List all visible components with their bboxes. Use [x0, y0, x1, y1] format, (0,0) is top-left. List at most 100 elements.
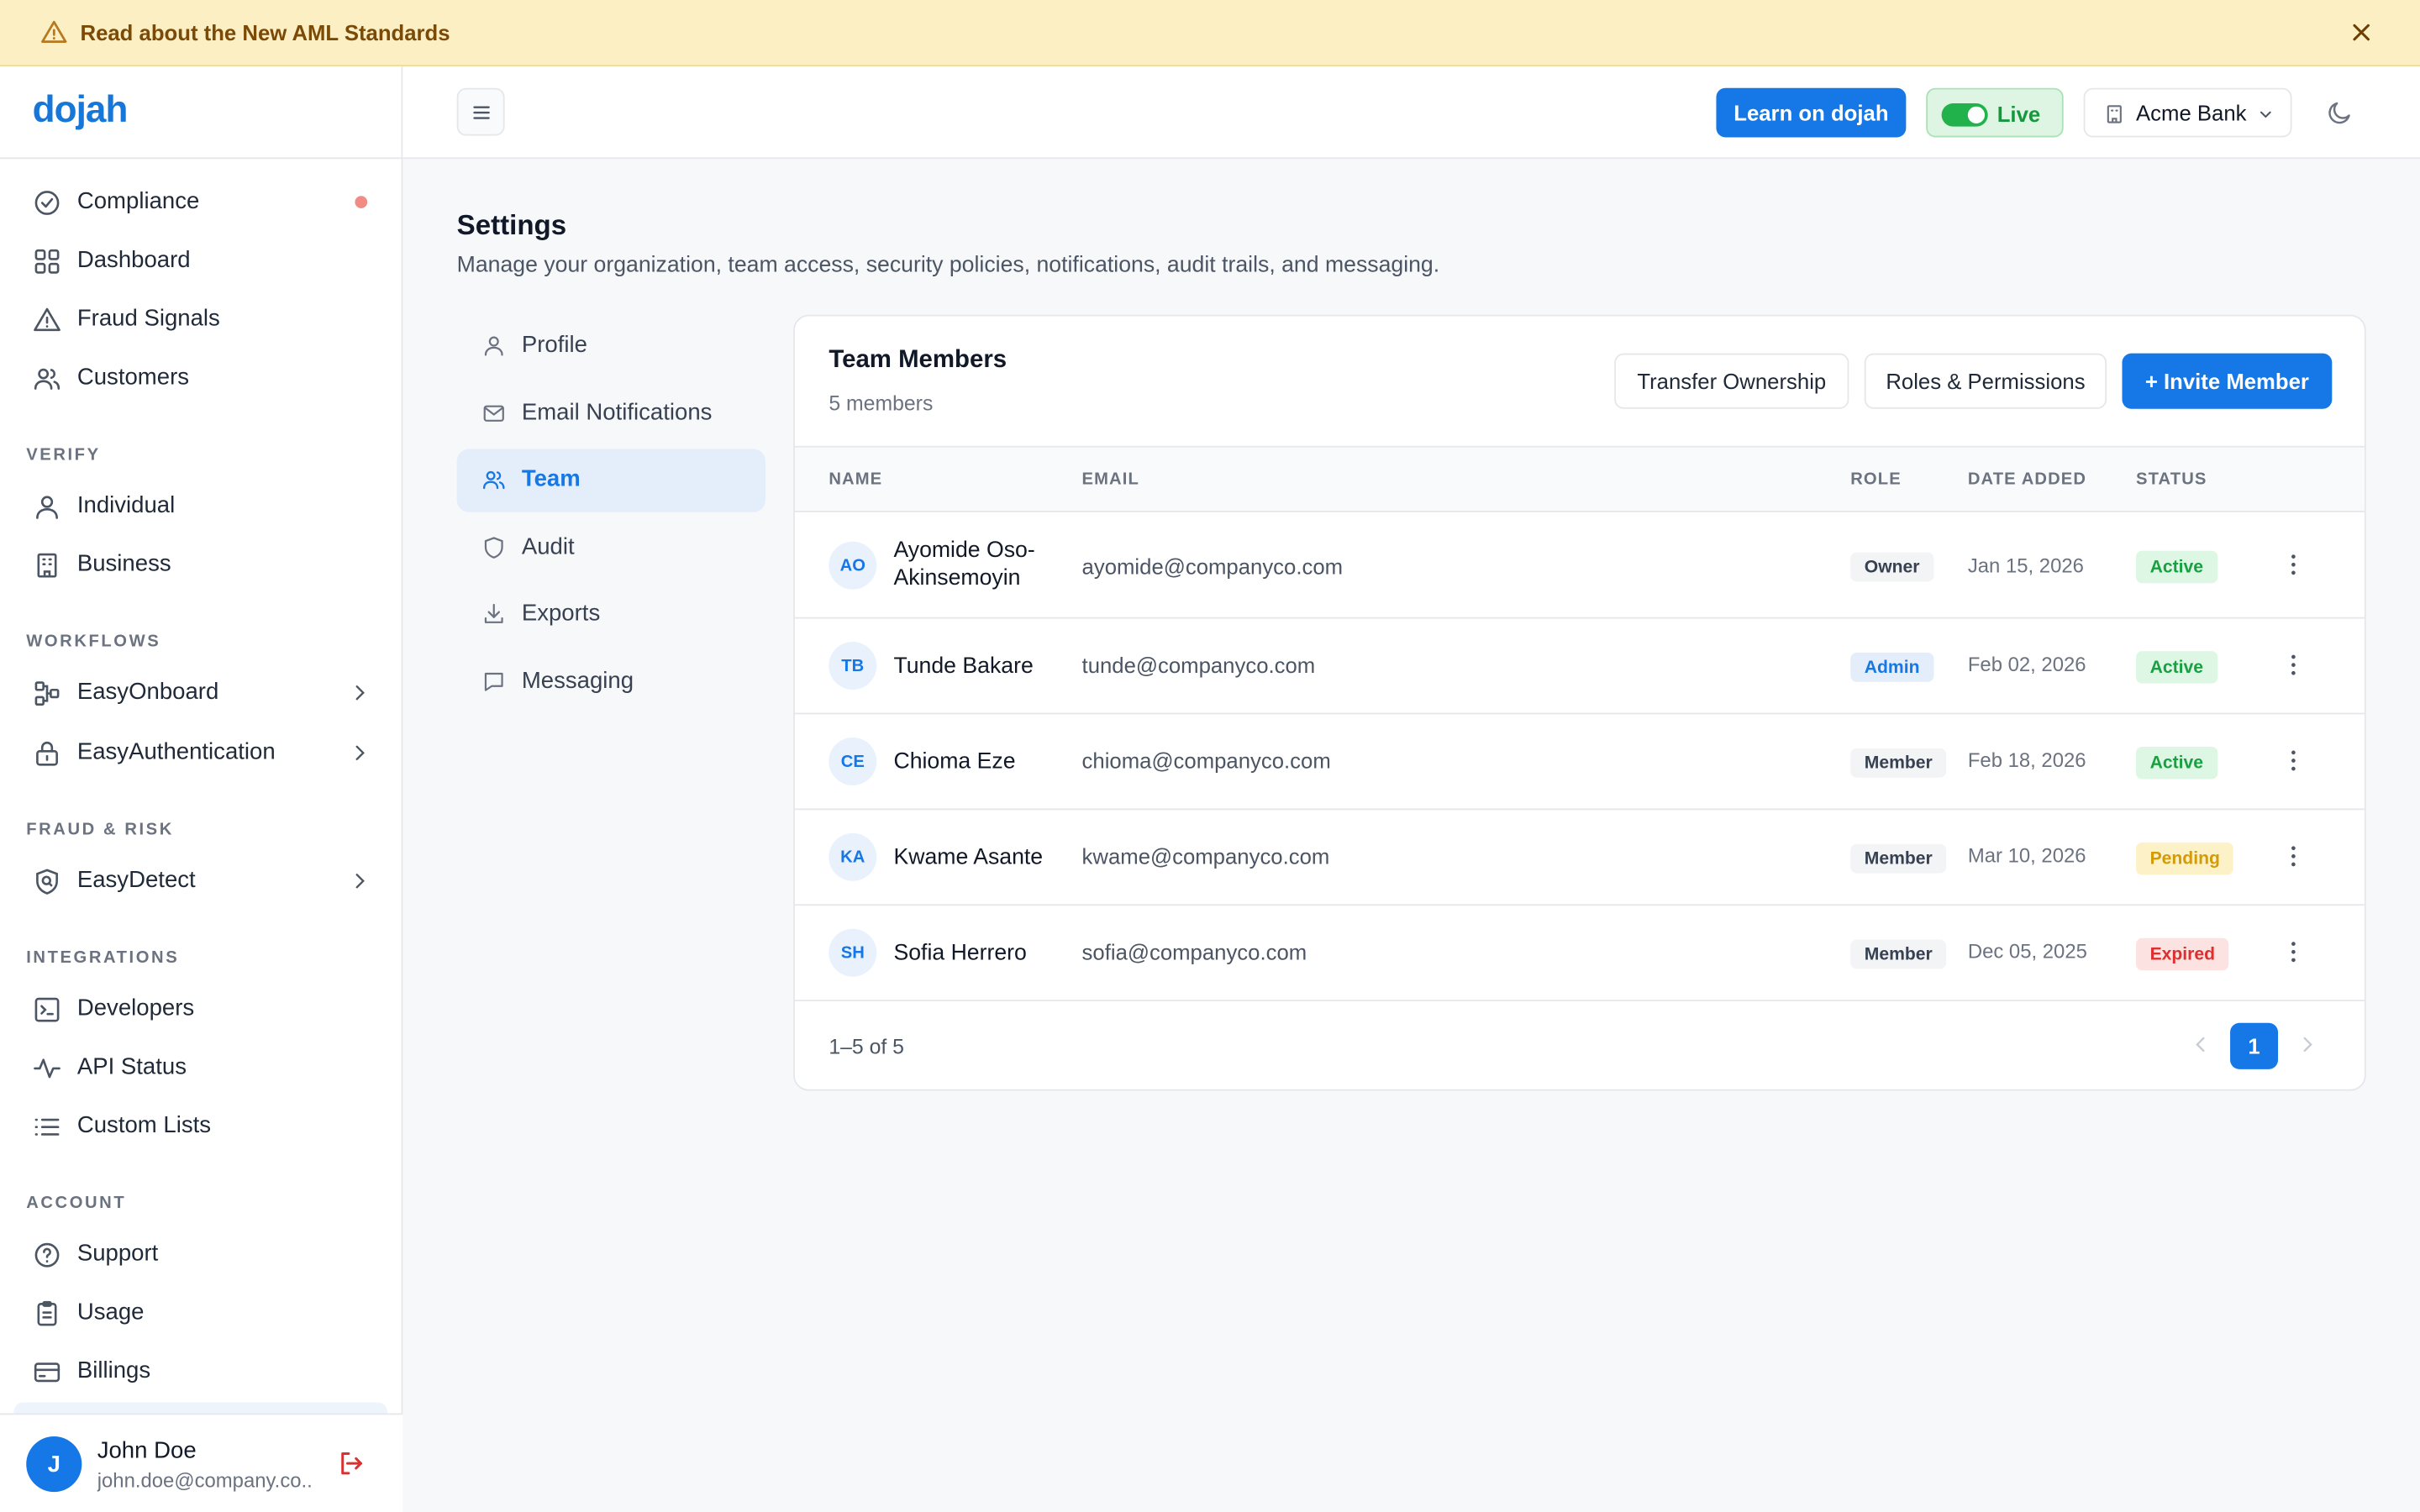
pulse-icon	[33, 1053, 62, 1083]
sidebar-item-developers[interactable]: Developers	[15, 981, 387, 1037]
more-options-icon[interactable]	[2280, 651, 2307, 679]
settings-nav-label: Messaging	[521, 668, 634, 695]
download-icon	[481, 601, 506, 626]
sidebar-item-easyonboard[interactable]: EasyOnboard	[15, 665, 387, 721]
status-badge: Active	[2136, 651, 2217, 684]
sidebar-item-customers[interactable]: Customers	[15, 350, 387, 406]
role-badge: Member	[1850, 748, 1947, 778]
table-row[interactable]: TB Tunde Bakare tunde@companyco.com Admi…	[794, 619, 2365, 715]
date-added: Dec 05, 2025	[1967, 939, 2087, 963]
banner-link[interactable]: Read about the New AML Standards	[81, 20, 450, 45]
sidebar-item-dashboard[interactable]: Dashboard	[15, 233, 387, 288]
member-email: tunde@companyco.com	[1081, 652, 1316, 678]
status-badge: Pending	[2136, 842, 2234, 875]
section-heading-integrations: INTEGRATIONS	[26, 948, 180, 968]
user-icon	[481, 333, 506, 358]
building-icon	[33, 551, 62, 580]
sidebar-item-fraud-signals[interactable]: Fraud Signals	[15, 291, 387, 347]
page-button-current[interactable]: 1	[2230, 1022, 2279, 1069]
more-options-icon[interactable]	[2280, 747, 2307, 774]
brand-logo[interactable]: dojah	[33, 90, 129, 133]
sidebar-item-label: API Status	[76, 1053, 187, 1080]
table-header: NAME EMAIL ROLE DATE ADDED STATUS	[794, 445, 2365, 512]
sidebar-item-label: Dashboard	[76, 246, 191, 274]
chevron-down-icon	[2258, 107, 2273, 122]
chevron-right-icon	[349, 682, 371, 704]
warning-icon	[33, 306, 62, 335]
sidebar-item-label: EasyDetect	[76, 867, 196, 894]
sidebar-item-support[interactable]: Support	[15, 1226, 387, 1282]
announcement-banner: Read about the New AML Standards	[0, 0, 2420, 66]
more-options-icon[interactable]	[2280, 551, 2307, 579]
sidebar-item-easyauthentication[interactable]: EasyAuthentication	[15, 725, 387, 780]
previous-page-button[interactable]	[2179, 1023, 2222, 1066]
logout-icon[interactable]	[336, 1449, 366, 1478]
sidebar-item-compliance[interactable]: Compliance	[15, 175, 387, 230]
column-header-email: EMAIL	[1081, 470, 1139, 490]
date-added: Feb 18, 2026	[1967, 748, 2086, 772]
table-row[interactable]: AO Ayomide Oso-Akinsemoyin ayomide@compa…	[794, 512, 2365, 619]
table-row[interactable]: SH Sofia Herrero sofia@companyco.com Mem…	[794, 906, 2365, 1002]
learn-on-dojah-button[interactable]: Learn on dojah	[1716, 87, 1907, 138]
column-header-role: ROLE	[1850, 470, 1902, 490]
table-row[interactable]: CE Chioma Eze chioma@companyco.com Membe…	[794, 714, 2365, 811]
sidebar-item-api-status[interactable]: API Status	[15, 1040, 387, 1095]
sidebar-scroll-hint	[13, 1402, 388, 1414]
sidebar-item-label: Billings	[76, 1357, 151, 1384]
more-options-icon[interactable]	[2280, 843, 2307, 870]
sidebar-item-easydetect[interactable]: EasyDetect	[15, 853, 387, 909]
member-email: sofia@companyco.com	[1081, 939, 1307, 964]
invite-member-button[interactable]: + Invite Member	[2122, 353, 2333, 409]
list-icon	[33, 1112, 62, 1142]
organization-switcher[interactable]: Acme Bank	[2083, 87, 2292, 138]
close-icon[interactable]	[2348, 18, 2375, 46]
more-options-icon[interactable]	[2280, 938, 2307, 966]
chat-icon	[481, 669, 506, 694]
member-email: kwame@companyco.com	[1081, 843, 1330, 869]
live-mode-toggle[interactable]: Live	[1926, 87, 2064, 138]
sidebar-item-business[interactable]: Business	[15, 537, 387, 592]
table-row[interactable]: KA Kwame Asante kwame@companyco.com Memb…	[794, 810, 2365, 906]
sidebar-item-label: Usage	[76, 1299, 145, 1326]
role-badge: Owner	[1850, 552, 1934, 582]
date-added: Jan 15, 2026	[1967, 554, 2084, 577]
sidebar-item-custom-lists[interactable]: Custom Lists	[15, 1099, 387, 1154]
settings-nav-label: Team	[521, 465, 581, 492]
member-initials: KA	[829, 832, 877, 881]
settings-nav-audit[interactable]: Audit	[457, 517, 765, 580]
top-bar: Learn on dojah Live Acme Bank	[402, 66, 2420, 160]
sidebar-item-usage[interactable]: Usage	[15, 1285, 387, 1341]
building-icon	[2103, 103, 2125, 125]
settings-nav-label: Audit	[521, 533, 575, 560]
lock-icon	[33, 739, 62, 769]
check-circle-icon	[33, 188, 62, 218]
settings-nav-exports[interactable]: Exports	[457, 583, 765, 646]
sidebar-item-billings[interactable]: Billings	[15, 1344, 387, 1399]
card-title: Team Members	[829, 347, 1007, 374]
settings-nav-messaging[interactable]: Messaging	[457, 651, 765, 714]
settings-nav-email-notifications[interactable]: Email Notifications	[457, 383, 765, 446]
moon-icon[interactable]	[2326, 99, 2354, 127]
menu-toggle-button[interactable]	[456, 87, 505, 136]
chevron-right-icon	[349, 870, 371, 892]
sidebar-item-label: EasyOnboard	[76, 679, 219, 706]
avatar[interactable]: J	[26, 1436, 82, 1493]
sidebar-item-individual[interactable]: Individual	[15, 478, 387, 533]
settings-nav-profile[interactable]: Profile	[457, 315, 765, 378]
user-profile[interactable]: J John Doe john.doe@company.co...	[0, 1413, 403, 1512]
shield-search-icon	[33, 867, 62, 896]
toggle-switch[interactable]	[1941, 103, 1988, 127]
chevron-left-icon	[2190, 1034, 2212, 1056]
role-badge: Admin	[1850, 652, 1934, 682]
roles-permissions-button[interactable]: Roles & Permissions	[1864, 353, 2107, 409]
next-page-button[interactable]	[2286, 1023, 2328, 1066]
transfer-ownership-button[interactable]: Transfer Ownership	[1614, 353, 1849, 409]
sidebar: dojah Compliance Dashboard Fraud Signals…	[0, 66, 403, 1512]
member-email: chioma@companyco.com	[1081, 748, 1331, 774]
settings-nav-label: Profile	[521, 331, 587, 359]
member-count: 5 members	[829, 391, 934, 416]
column-header-status: STATUS	[2136, 470, 2207, 490]
sidebar-item-label: Business	[76, 550, 171, 577]
settings-nav-team[interactable]: Team	[456, 449, 766, 512]
pagination-range: 1–5 of 5	[829, 1035, 904, 1058]
